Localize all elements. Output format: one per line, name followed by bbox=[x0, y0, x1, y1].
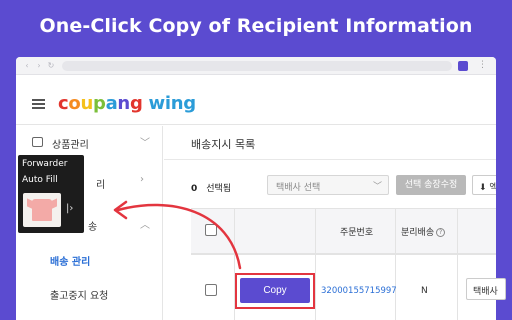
help-icon[interactable]: ? bbox=[436, 228, 446, 237]
chevron-down-icon: ﹀ bbox=[372, 182, 382, 192]
logo-letter: a bbox=[105, 93, 118, 114]
extension-icon[interactable] bbox=[458, 61, 468, 71]
hamburger-menu-icon[interactable] bbox=[32, 99, 45, 109]
browser-menu-icon[interactable]: ⋮ bbox=[478, 59, 487, 71]
column-header-split-shipping: 분리배송? bbox=[401, 225, 446, 238]
sidebar-subitem-shipping-management[interactable]: 배송 관리 bbox=[50, 253, 90, 268]
forwarder-autofill-panel[interactable]: Forwarder Auto Fill |› bbox=[18, 155, 84, 233]
row-checkbox[interactable] bbox=[205, 284, 217, 296]
column-divider bbox=[395, 208, 396, 320]
chevron-right-icon: › bbox=[140, 174, 144, 185]
split-shipping-value: N bbox=[421, 286, 428, 296]
chevron-up-icon: ︿ bbox=[140, 220, 150, 231]
order-number-link[interactable]: 32000155715997 bbox=[321, 286, 397, 296]
sidebar-item-label: 송 bbox=[88, 222, 98, 233]
selected-count: 0 선택됨 bbox=[191, 181, 231, 194]
column-header-label: 분리배송 bbox=[401, 228, 435, 238]
panel-title-line2: Auto Fill bbox=[22, 175, 58, 185]
address-bar[interactable] bbox=[62, 61, 452, 71]
chevron-down-icon: ﹀ bbox=[140, 138, 150, 149]
forward-icon[interactable]: › bbox=[34, 61, 44, 71]
table-row-divider bbox=[191, 254, 496, 255]
excel-button-label: 엑 bbox=[489, 183, 496, 193]
copy-button[interactable]: Copy bbox=[240, 278, 310, 303]
edit-invoice-button[interactable]: 선택 송장수정 bbox=[396, 175, 466, 195]
panel-title-line1: Forwarder bbox=[22, 159, 68, 169]
logo-letter: p bbox=[92, 93, 106, 114]
logo-coupang: coupang bbox=[58, 93, 149, 114]
logo-letter: u bbox=[80, 93, 93, 114]
divider bbox=[164, 159, 496, 160]
courier-select[interactable]: 택배사 선택 ﹀ bbox=[267, 175, 389, 195]
sidebar-subitem-stop-request[interactable]: 출고중지 요청 bbox=[50, 287, 108, 302]
app-header: coupang wing bbox=[16, 75, 496, 125]
column-divider bbox=[457, 208, 458, 320]
back-icon[interactable]: ‹ bbox=[22, 61, 32, 71]
column-header-order-number: 주문번호 bbox=[340, 228, 374, 238]
logo-letter: c bbox=[58, 93, 69, 114]
row-courier-select[interactable]: 택배사 bbox=[466, 278, 506, 300]
page-title: 배송지시 목록 bbox=[191, 138, 256, 151]
logo-letter: o bbox=[68, 93, 81, 114]
box-icon bbox=[32, 137, 43, 147]
select-all-checkbox[interactable] bbox=[205, 224, 217, 236]
excel-button[interactable]: ⬇ 엑 bbox=[472, 175, 496, 195]
download-icon: ⬇ bbox=[479, 183, 490, 193]
logo-letter: g bbox=[129, 93, 143, 114]
selected-count-value: 0 bbox=[191, 184, 198, 194]
column-divider bbox=[315, 208, 316, 320]
selected-count-label: 선택됨 bbox=[206, 184, 232, 194]
logo-wing: wing bbox=[148, 93, 197, 114]
browser-toolbar: ‹ › ↻ ⋮ bbox=[16, 57, 496, 75]
sidebar-item-label: 리 bbox=[96, 180, 106, 191]
reload-icon[interactable]: ↻ bbox=[46, 61, 56, 71]
tshirt-icon bbox=[32, 199, 52, 221]
coupang-wing-logo[interactable]: coupang wing bbox=[58, 93, 196, 114]
logo-letter: n bbox=[117, 93, 130, 114]
product-thumbnail[interactable] bbox=[23, 193, 61, 227]
chevron-right-icon[interactable]: |› bbox=[66, 203, 73, 214]
courier-select-value: 택배사 선택 bbox=[276, 183, 321, 193]
sidebar-item-label: 상품관리 bbox=[52, 140, 89, 151]
page-headline: One-Click Copy of Recipient Information bbox=[39, 15, 473, 37]
sidebar-item-products[interactable]: 상품관리 ﹀ bbox=[16, 130, 163, 156]
